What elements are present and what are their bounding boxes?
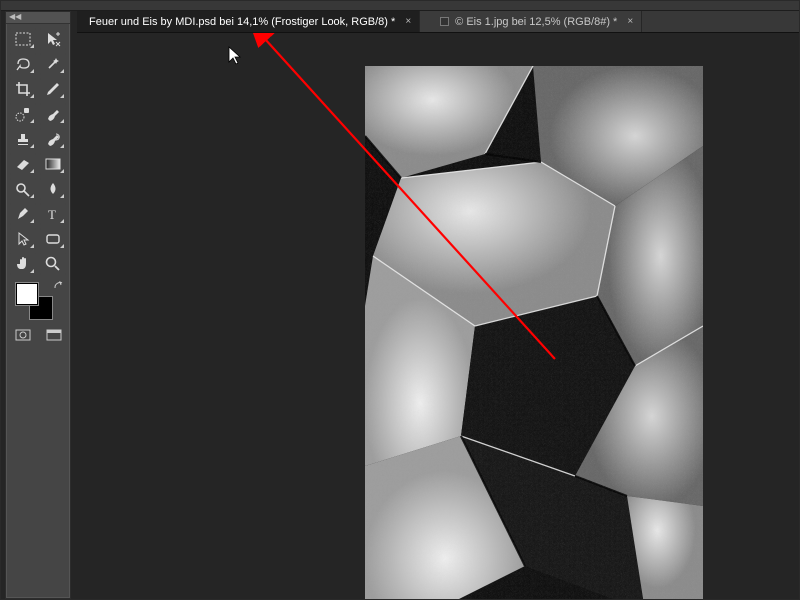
close-icon[interactable]: × <box>627 16 633 27</box>
magic-wand-icon[interactable] <box>40 53 66 75</box>
move-icon[interactable] <box>40 28 66 50</box>
blur-icon[interactable] <box>40 178 66 200</box>
pen-icon[interactable] <box>10 203 36 225</box>
history-brush-icon[interactable] <box>40 128 66 150</box>
tab-window-icon <box>440 17 449 26</box>
cursor-icon <box>229 47 240 64</box>
document-tab-active[interactable]: Feuer und Eis by MDI.psd bei 14,1% (Fros… <box>77 11 420 32</box>
brush-icon[interactable] <box>40 103 66 125</box>
tab-label: Feuer und Eis by MDI.psd bei 14,1% (Fros… <box>89 16 395 28</box>
marquee-icon[interactable] <box>10 28 36 50</box>
app-top-bar <box>1 1 799 11</box>
screen-mode-icon[interactable] <box>45 327 62 343</box>
app-window: ◀◀ <box>0 0 800 600</box>
dodge-icon[interactable] <box>10 178 36 200</box>
swap-colors-icon[interactable] <box>54 281 64 291</box>
tab-strip: Feuer und Eis by MDI.psd bei 14,1% (Fros… <box>77 11 799 33</box>
stamp-icon[interactable] <box>10 128 36 150</box>
foreground-swatch[interactable] <box>16 283 38 305</box>
close-icon[interactable]: × <box>405 16 411 27</box>
document-tab-inactive[interactable]: © Eis 1.jpg bei 12,5% (RGB/8#) * × <box>420 11 642 32</box>
document-image <box>365 66 703 599</box>
tool-grid: T <box>6 24 70 279</box>
tab-label: © Eis 1.jpg bei 12,5% (RGB/8#) * <box>455 16 617 28</box>
tools-palette: ◀◀ <box>5 11 71 599</box>
eraser-icon[interactable] <box>10 153 36 175</box>
color-swatches[interactable] <box>6 279 70 321</box>
type-icon[interactable]: T <box>40 203 66 225</box>
eyedropper-icon[interactable] <box>40 78 66 100</box>
palette-collapse-button[interactable]: ◀◀ <box>6 12 70 24</box>
gradient-icon[interactable] <box>40 153 66 175</box>
document-area: Feuer und Eis by MDI.psd bei 14,1% (Fros… <box>77 11 799 599</box>
mode-row <box>6 321 70 349</box>
zoom-icon[interactable] <box>40 253 66 275</box>
path-select-icon[interactable] <box>10 228 36 250</box>
canvas-viewport[interactable] <box>77 33 799 599</box>
hand-icon[interactable] <box>10 253 36 275</box>
crop-icon[interactable] <box>10 78 36 100</box>
quick-mask-icon[interactable] <box>14 327 31 343</box>
svg-text:T: T <box>48 207 56 221</box>
shape-icon[interactable] <box>40 228 66 250</box>
healing-brush-icon[interactable] <box>10 103 36 125</box>
lasso-icon[interactable] <box>10 53 36 75</box>
